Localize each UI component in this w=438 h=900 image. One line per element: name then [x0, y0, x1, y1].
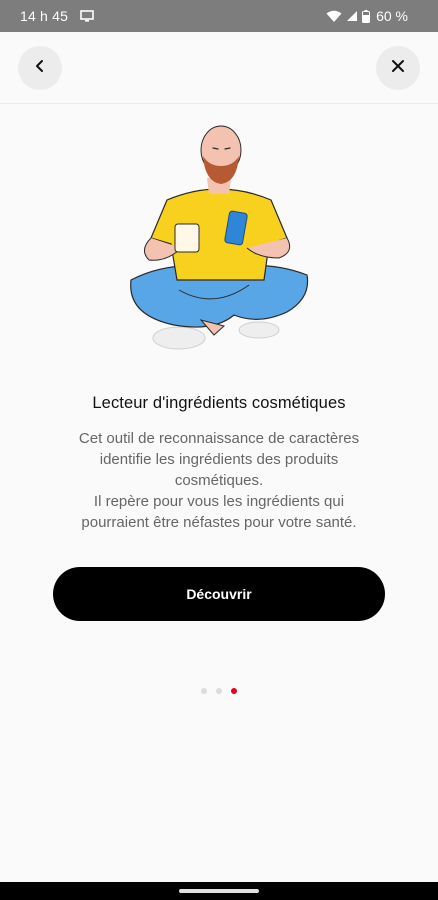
system-nav-bar — [0, 882, 438, 900]
status-time: 14 h 45 — [20, 8, 69, 24]
status-bar: 14 h 45 60 % — [0, 0, 438, 32]
signal-icon — [346, 10, 358, 22]
wifi-icon — [326, 10, 342, 23]
description-line: cosmétiques. — [174, 472, 264, 489]
page-title: Lecteur d'ingrédients cosmétiques — [92, 394, 346, 412]
back-button[interactable] — [18, 46, 62, 90]
chevron-left-icon — [33, 59, 47, 78]
battery-icon — [362, 9, 371, 23]
pagination-dot-active[interactable] — [231, 688, 237, 694]
description: Cet outil de reconnaissance de caractère… — [40, 428, 398, 533]
description-line: identifie les ingrédients des produits — [99, 451, 339, 468]
screen-cast-icon — [80, 9, 94, 25]
top-bar — [0, 32, 438, 104]
close-icon — [391, 59, 405, 78]
description-line: Cet outil de reconnaissance de caractère… — [78, 430, 360, 447]
pagination-dots — [0, 688, 438, 694]
description-line: pourraient être néfastes pour votre sant… — [81, 514, 357, 531]
person-reading-illustration — [119, 120, 319, 360]
pagination-dot[interactable] — [201, 688, 207, 694]
battery-percent: 60 % — [376, 8, 408, 24]
close-button[interactable] — [376, 46, 420, 90]
status-icons: 60 % — [326, 8, 408, 24]
home-gesture-handle[interactable] — [179, 889, 259, 893]
discover-button[interactable]: Découvrir — [53, 567, 385, 621]
pagination-dot[interactable] — [216, 688, 222, 694]
description-line: Il repère pour vous les ingrédients qui — [93, 493, 345, 510]
